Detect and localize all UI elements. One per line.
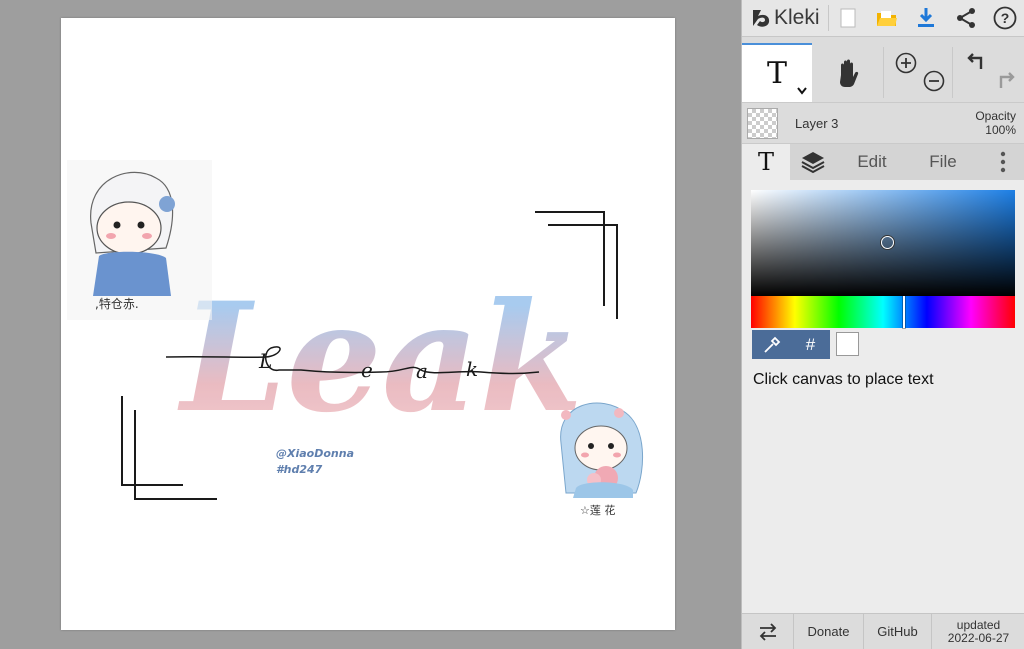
history-controls <box>956 43 1024 102</box>
undo-icon[interactable] <box>966 52 988 72</box>
kleki-logo-icon <box>753 10 770 27</box>
text-tool-options: # Click canvas to place text <box>742 180 1024 613</box>
text-tool-glyph: T <box>766 56 787 91</box>
tab-more[interactable] <box>988 144 1018 180</box>
big-word-art: Le a k <box>177 270 583 446</box>
text-tool-hint: Click canvas to place text <box>753 371 934 388</box>
swap-sides-button[interactable] <box>742 614 794 649</box>
tab-edit[interactable]: Edit <box>842 144 902 180</box>
tab-layers[interactable] <box>792 144 834 180</box>
opacity-value: 100% <box>985 123 1016 137</box>
layer-name: Layer 3 <box>795 116 839 131</box>
help-icon[interactable]: ? <box>991 4 1019 32</box>
saturation-value-picker[interactable] <box>751 190 1015 296</box>
canvas-workspace[interactable]: Le a k L e a k ,特仓赤. ☆莲 花 @XiaoDonna #hd24… <box>0 0 741 649</box>
svg-text:?: ? <box>1001 10 1010 26</box>
updated-date: 2022-06-27 <box>947 630 1010 645</box>
github-link[interactable]: GitHub <box>864 614 932 649</box>
text-tool-button[interactable]: T <box>742 43 812 102</box>
tab-text-tool[interactable]: T <box>742 144 790 180</box>
top-toolbar: Kleki ? <box>742 0 1024 37</box>
script-letter: a <box>416 359 428 383</box>
zoom-controls <box>887 43 947 102</box>
more-vertical-icon <box>1000 151 1006 173</box>
zoom-out-icon[interactable] <box>923 70 945 92</box>
script-letter: L <box>258 349 272 373</box>
layer-opacity: Opacity 100% <box>975 109 1016 137</box>
swap-arrows-icon <box>759 622 776 641</box>
redo-icon[interactable] <box>994 71 1016 91</box>
drawing-canvas[interactable]: Le a k L e a k ,特仓赤. ☆莲 花 @XiaoDonna #hd24… <box>61 18 675 630</box>
eyedropper-button[interactable] <box>752 330 791 359</box>
panel-tabs: T Edit File <box>742 144 1024 180</box>
bottom-bar: Donate GitHub updated 2022-06-27 <box>742 613 1024 649</box>
chevron-down-icon[interactable] <box>797 87 807 95</box>
layer-thumbnail <box>747 108 778 139</box>
layer-bar[interactable]: Layer 3 Opacity 100% <box>742 102 1024 144</box>
color-picker-handle[interactable] <box>881 236 894 249</box>
new-document-icon[interactable] <box>834 4 862 32</box>
updated-label: updated <box>956 617 1001 632</box>
opacity-label: Opacity <box>975 109 1016 123</box>
canvas-artwork: Le a k L e a k ,特仓赤. ☆莲 花 <box>67 160 644 517</box>
character-sticker-right: ☆莲 花 <box>560 402 644 517</box>
hex-input-button[interactable]: # <box>791 330 830 359</box>
eyedropper-icon <box>763 336 780 353</box>
share-icon[interactable] <box>952 4 980 32</box>
hue-slider[interactable] <box>751 296 1015 328</box>
app-name: Kleki <box>774 6 820 29</box>
credit-handle: @XiaoDonna <box>276 447 355 460</box>
character-sticker-left: ,特仓赤. <box>67 160 212 320</box>
hue-slider-handle[interactable] <box>903 296 905 328</box>
hand-icon <box>839 59 858 87</box>
download-icon[interactable] <box>912 4 940 32</box>
credit-text: @XiaoDonna #hd247 <box>276 446 354 478</box>
zoom-in-icon[interactable] <box>895 52 917 74</box>
app-logo[interactable]: Kleki <box>750 4 820 32</box>
tool-row: T <box>742 43 1024 102</box>
svg-text:☆莲 花: ☆莲 花 <box>580 504 615 517</box>
credit-hashtag: #hd247 <box>276 463 323 476</box>
tab-text-glyph: T <box>757 148 774 176</box>
updated-info[interactable]: updated 2022-06-27 <box>932 614 1024 649</box>
hand-tool-button[interactable] <box>812 43 883 102</box>
script-letter: k <box>466 357 478 381</box>
side-panel: Kleki ? T Layer 3 Opacity 100% T Edit Fi… <box>741 0 1024 649</box>
tab-file[interactable]: File <box>912 144 974 180</box>
current-color-swatch[interactable] <box>836 332 859 356</box>
svg-text:,特仓赤.: ,特仓赤. <box>95 296 139 311</box>
script-letter: e <box>361 358 373 382</box>
donate-link[interactable]: Donate <box>794 614 864 649</box>
open-folder-icon[interactable] <box>873 4 901 32</box>
layers-icon <box>801 152 825 174</box>
